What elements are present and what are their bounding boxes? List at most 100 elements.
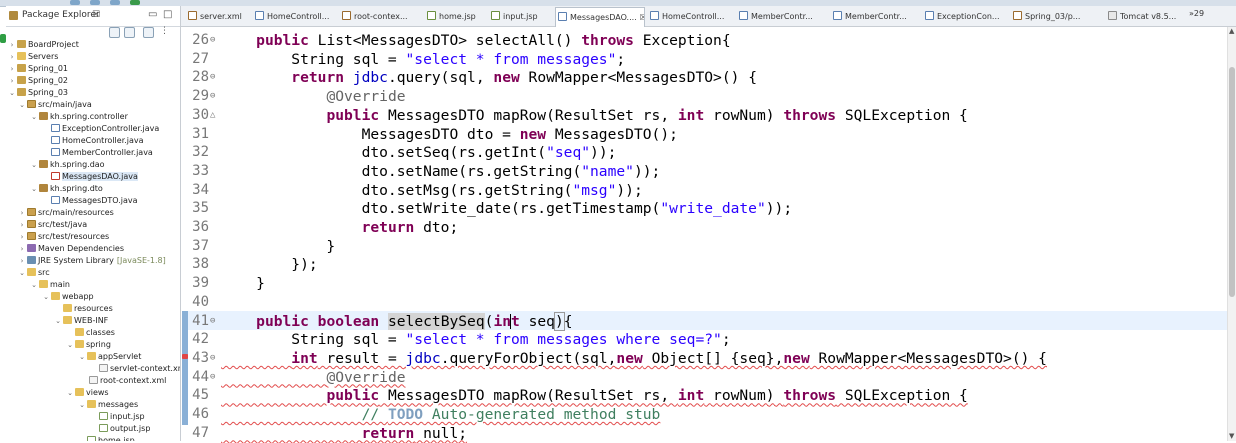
tree-item[interactable]: classes [66, 327, 115, 339]
expanded-arrow-icon[interactable]: ⌄ [42, 291, 50, 303]
editor-tab[interactable]: ExceptionCon... [923, 8, 1005, 25]
code-line[interactable]: 47 return null; [181, 424, 1227, 443]
tree-item[interactable]: ⌄ kh.spring.dto [30, 183, 103, 195]
code-line[interactable]: 29 ⊖ @Override [181, 87, 1227, 106]
expanded-arrow-icon[interactable]: ⌄ [30, 183, 38, 195]
link-with-editor-icon[interactable] [124, 27, 135, 38]
code-line[interactable]: 33 dto.setName(rs.getString("name")); [181, 162, 1227, 181]
view-menu-icon[interactable]: ⋮ [160, 27, 171, 38]
code-line[interactable]: 45 public MessagesDTO mapRow(ResultSet r… [181, 386, 1227, 405]
focus-icon[interactable] [143, 27, 154, 38]
tree-item[interactable]: ⌄ WEB-INF [54, 315, 108, 327]
code-line[interactable]: 41 ⊖ public boolean selectBySeq(int seq){ [181, 311, 1227, 331]
expanded-arrow-icon[interactable]: ⌄ [18, 267, 26, 279]
tree-item[interactable]: servlet-context.xn [90, 363, 180, 375]
tree-item[interactable]: › BoardProject [8, 39, 79, 51]
editor-tab[interactable]: Tomcat v8.5... [1106, 8, 1184, 25]
tree-item[interactable]: ExceptionController.java [42, 123, 159, 135]
code-line[interactable]: 46 // TODO Auto-generated method stub [181, 405, 1227, 424]
tree-item[interactable]: › src/test/resources [18, 231, 109, 243]
tree-item[interactable]: ⌄ webapp [42, 291, 94, 303]
code-line[interactable]: 37 } [181, 237, 1227, 256]
tree-item[interactable]: ⌄ messages [78, 399, 138, 411]
minimize-view-icon[interactable]: ▭ [148, 9, 157, 20]
tree-item[interactable]: › src/main/resources [18, 207, 114, 219]
collapsed-arrow-icon[interactable]: › [18, 243, 26, 255]
tree-item[interactable]: resources [54, 303, 113, 315]
scroll-up-icon[interactable]: ▲ [1229, 27, 1234, 35]
collapse-all-icon[interactable] [109, 27, 120, 38]
tree-item[interactable]: ⌄ src [18, 267, 50, 279]
editor-tab[interactable]: input.jsp [489, 8, 549, 25]
collapsed-arrow-icon[interactable]: › [8, 39, 16, 51]
toolbar-icon[interactable] [90, 0, 100, 5]
code-line[interactable]: 30 △ public MessagesDTO mapRow(ResultSet … [181, 106, 1227, 125]
code-line[interactable]: 42 String sql = "select * from messages … [181, 330, 1227, 349]
editor-tab[interactable]: Spring_03/p... [1011, 8, 1101, 25]
editor-tab[interactable]: MemberContr... [737, 8, 825, 25]
maximize-view-icon[interactable]: □ [163, 9, 172, 20]
code-line[interactable]: 28 ⊖ return jdbc.query(sql, new RowMapper… [181, 68, 1227, 87]
package-explorer-tab[interactable]: Package Explorer ☒ ▭ □ [6, 6, 180, 27]
tree-item[interactable]: ⌄ src/main/java [18, 99, 92, 111]
tree-item[interactable]: › Servers [8, 51, 58, 63]
tree-item[interactable]: ⌄ spring [66, 339, 111, 351]
tree-item[interactable]: output.jsp [90, 423, 150, 435]
code-line[interactable]: 35 dto.setWrite_date(rs.getTimestamp("wr… [181, 199, 1227, 218]
editor-tab[interactable]: root-contex... [340, 8, 420, 25]
expanded-arrow-icon[interactable]: ⌄ [66, 339, 74, 351]
tree-item[interactable]: MessagesDAO.java [42, 171, 138, 183]
fold-collapse-icon[interactable]: ⊖ [210, 368, 220, 387]
run-icon[interactable] [130, 0, 140, 5]
collapsed-arrow-icon[interactable]: › [18, 231, 26, 243]
scroll-down-icon[interactable]: ▼ [1229, 432, 1234, 440]
expanded-arrow-icon[interactable]: ⌄ [18, 99, 26, 111]
expanded-arrow-icon[interactable]: ⌄ [30, 159, 38, 171]
code-line[interactable]: 40 [181, 293, 1227, 312]
tree-item[interactable]: ⌄ appServlet [78, 351, 141, 363]
toolbar-icon[interactable] [70, 0, 80, 5]
editor-tab[interactable]: MemberContr... [831, 8, 917, 25]
collapsed-arrow-icon[interactable]: › [8, 75, 16, 87]
scrollbar-thumb[interactable] [1229, 67, 1235, 297]
collapsed-arrow-icon[interactable]: › [8, 51, 16, 63]
editor-vertical-scrollbar[interactable]: ▲ ▼ [1227, 27, 1236, 441]
code-line[interactable]: 44 ⊖ @Override [181, 368, 1227, 387]
expanded-arrow-icon[interactable]: ⌄ [78, 351, 86, 363]
code-line[interactable]: 26 ⊖ public List<MessagesDTO> selectAll()… [181, 31, 1227, 50]
code-line[interactable]: 43 ⊖ int result = jdbc.queryForObject(sql… [181, 349, 1227, 368]
override-marker-icon[interactable]: △ [210, 106, 220, 125]
code-line[interactable]: 36 return dto; [181, 218, 1227, 237]
expanded-arrow-icon[interactable]: ⌄ [30, 111, 38, 123]
fold-collapse-icon[interactable]: ⊖ [210, 349, 220, 368]
tree-item[interactable]: › Maven Dependencies [18, 243, 124, 255]
tree-item[interactable]: › src/test/java [18, 219, 87, 231]
collapsed-arrow-icon[interactable]: › [18, 207, 26, 219]
tree-item[interactable]: › Spring_01 [8, 63, 68, 75]
toolbar-icon[interactable] [110, 0, 120, 5]
tree-item[interactable]: root-context.xml [80, 375, 166, 387]
tree-item[interactable]: home.jsp [78, 435, 135, 441]
close-view-icon[interactable]: ☒ [92, 10, 100, 20]
expanded-arrow-icon[interactable]: ⌄ [78, 399, 86, 411]
collapsed-arrow-icon[interactable]: › [18, 255, 26, 267]
tree-item[interactable]: ⌄ kh.spring.controller [30, 111, 128, 123]
code-line[interactable]: 27 String sql = "select * from messages"… [181, 50, 1227, 69]
tree-item[interactable]: ⌄ Spring_03 [8, 87, 68, 99]
editor-tab[interactable]: home.jsp [425, 8, 483, 25]
tree-item[interactable]: › Spring_02 [8, 75, 68, 87]
expanded-arrow-icon[interactable]: ⌄ [8, 87, 16, 99]
editor-tab[interactable]: HomeControll... [253, 8, 335, 25]
tree-item[interactable]: ⌄ views [66, 387, 109, 399]
tree-item[interactable]: › JRE System Library [JavaSE-1.8] [18, 255, 166, 267]
close-tab-icon[interactable]: ☒ [640, 13, 644, 22]
code-line[interactable]: 34 dto.setMsg(rs.getString("msg")); [181, 181, 1227, 200]
tree-item[interactable]: ⌄ kh.spring.dao [30, 159, 105, 171]
fold-collapse-icon[interactable]: ⊖ [210, 87, 220, 106]
editor-tab[interactable]: MessagesDAO....☒ [555, 7, 645, 27]
code-line[interactable]: 38 }); [181, 255, 1227, 274]
collapsed-arrow-icon[interactable]: › [18, 219, 26, 231]
tree-item[interactable]: MessagesDTO.java [42, 195, 138, 207]
tab-overflow-indicator[interactable]: »29 [1189, 9, 1204, 18]
collapsed-arrow-icon[interactable]: › [8, 63, 16, 75]
